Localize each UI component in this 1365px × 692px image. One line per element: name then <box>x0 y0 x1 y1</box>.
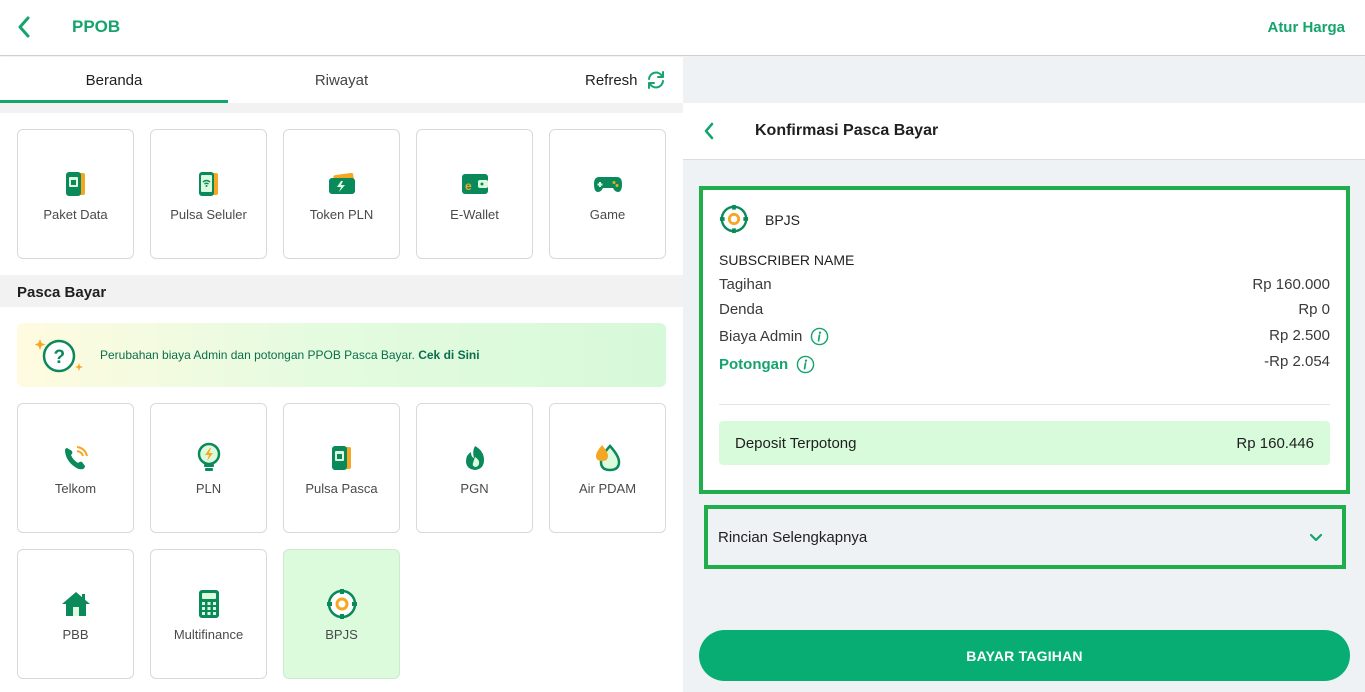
row-label: Biaya Admin <box>719 328 803 345</box>
row-value: Rp 160.000 <box>1252 276 1330 293</box>
service-label: BPJS <box>325 626 358 642</box>
row-biaya-admin: Biaya Admin Rp 2.500 <box>719 327 1330 347</box>
refresh-button[interactable]: Refresh <box>555 57 683 103</box>
service-token-pln[interactable]: Token PLN <box>283 129 400 259</box>
row-potongan: Potongan -Rp 2.054 <box>719 353 1330 375</box>
service-label: PGN <box>460 480 489 496</box>
service-game[interactable]: Game <box>549 129 666 259</box>
provider-name: BPJS <box>765 212 801 228</box>
bill-summary-card: BPJS SUBSCRIBER NAME Tagihan Rp 160.000 … <box>699 186 1350 494</box>
service-pln[interactable]: PLN <box>150 403 267 533</box>
service-pulsa-seluler[interactable]: Pulsa Seluler <box>150 129 267 259</box>
deposit-value: Rp 160.446 <box>1236 435 1314 452</box>
app-title: PPOB <box>72 17 121 36</box>
phone-card-icon <box>325 441 359 475</box>
phone-signal-icon <box>192 167 226 201</box>
chevron-down-icon <box>1309 533 1323 542</box>
details-accordion[interactable]: Rincian Selengkapnya <box>704 505 1346 569</box>
service-label: Telkom <box>54 480 97 496</box>
lightbulb-icon <box>192 441 226 475</box>
deposit-summary: Deposit Terpotong Rp 160.446 <box>719 421 1330 465</box>
tab-bar: Beranda Riwayat Refresh <box>0 57 683 103</box>
left-panel: Beranda Riwayat Refresh Paket Data Pulsa… <box>0 57 683 692</box>
bpjs-logo-icon <box>325 587 359 621</box>
service-label: PLN <box>195 480 222 496</box>
info-icon[interactable] <box>810 327 829 346</box>
banner-text: Perubahan biaya Admin dan potongan PPOB … <box>100 348 480 362</box>
service-label: Air PDAM <box>578 480 637 496</box>
details-label: Rincian Selengkapnya <box>718 529 868 546</box>
service-label: PBB <box>62 626 89 642</box>
row-label: Potongan <box>719 356 789 373</box>
right-panel: Konfirmasi Pasca Bayar BPJS SUBSCRIBER N… <box>683 57 1365 692</box>
banner-message: Perubahan biaya Admin dan potongan PPOB … <box>100 348 419 362</box>
service-label: Token PLN <box>309 206 374 222</box>
service-bpjs[interactable]: BPJS <box>283 549 400 679</box>
deposit-label: Deposit Terpotong <box>735 435 857 452</box>
service-label: Pulsa Seluler <box>170 206 247 222</box>
chevron-left-icon <box>704 122 714 140</box>
flame-icon <box>458 441 492 475</box>
back-button[interactable] <box>12 14 36 40</box>
service-label: Multifinance <box>173 626 244 642</box>
svg-text:e: e <box>465 179 472 193</box>
top-bar: PPOB Atur Harga <box>0 0 1365 56</box>
row-value: Rp 2.500 <box>1269 327 1330 344</box>
token-bolt-icon <box>325 167 359 201</box>
row-label: Tagihan <box>719 276 772 293</box>
service-multifinance[interactable]: Multifinance <box>150 549 267 679</box>
svg-text:?: ? <box>54 347 66 368</box>
subscriber-name: SUBSCRIBER NAME <box>719 252 855 268</box>
service-air-pdam[interactable]: Air PDAM <box>549 403 666 533</box>
refresh-label: Refresh <box>585 71 638 89</box>
question-icon: ? <box>34 333 85 377</box>
house-icon <box>59 587 93 621</box>
gamepad-icon <box>591 167 625 201</box>
telephone-icon <box>59 441 93 475</box>
admin-info-banner[interactable]: ? Perubahan biaya Admin dan potongan PPO… <box>17 323 666 387</box>
chevron-left-icon <box>18 16 30 38</box>
bill-summary-inner: BPJS SUBSCRIBER NAME Tagihan Rp 160.000 … <box>703 190 1346 490</box>
service-pbb[interactable]: PBB <box>17 549 134 679</box>
service-paket-data[interactable]: Paket Data <box>17 129 134 259</box>
row-denda: Denda Rp 0 <box>719 301 1330 321</box>
service-label: Game <box>589 206 626 222</box>
wallet-icon: e <box>458 167 492 201</box>
row-label: Denda <box>719 301 764 318</box>
service-pgn[interactable]: PGN <box>416 403 533 533</box>
banner-link[interactable]: Cek di Sini <box>418 348 479 362</box>
atur-harga-link[interactable]: Atur Harga <box>1267 19 1345 36</box>
service-label: Pulsa Pasca <box>305 480 378 496</box>
prabayar-section: Paket Data Pulsa Seluler Token PLN e E-W… <box>0 113 683 275</box>
divider <box>719 404 1330 405</box>
confirm-header: Konfirmasi Pasca Bayar <box>683 103 1365 160</box>
service-pulsa-pasca[interactable]: Pulsa Pasca <box>283 403 400 533</box>
row-value: -Rp 2.054 <box>1264 353 1330 370</box>
calculator-icon <box>192 587 226 621</box>
tab-beranda[interactable]: Beranda <box>0 57 228 103</box>
tab-riwayat[interactable]: Riwayat <box>228 57 455 103</box>
service-e-wallet[interactable]: e E-Wallet <box>416 129 533 259</box>
service-label: E-Wallet <box>450 206 499 222</box>
row-value: Rp 0 <box>1298 301 1330 318</box>
phone-card-icon <box>59 167 93 201</box>
confirm-title: Konfirmasi Pasca Bayar <box>755 122 939 139</box>
service-telkom[interactable]: Telkom <box>17 403 134 533</box>
info-icon[interactable] <box>796 355 815 374</box>
pay-bill-button[interactable]: BAYAR TAGIHAN <box>699 630 1350 681</box>
refresh-icon <box>647 71 664 89</box>
row-tagihan: Tagihan Rp 160.000 <box>719 276 1330 296</box>
confirm-back-button[interactable] <box>703 119 721 143</box>
water-drop-icon <box>591 441 625 475</box>
bpjs-logo-icon <box>719 204 749 234</box>
section-title-pasca-bayar: Pasca Bayar <box>17 284 107 301</box>
service-label: Paket Data <box>43 206 108 222</box>
